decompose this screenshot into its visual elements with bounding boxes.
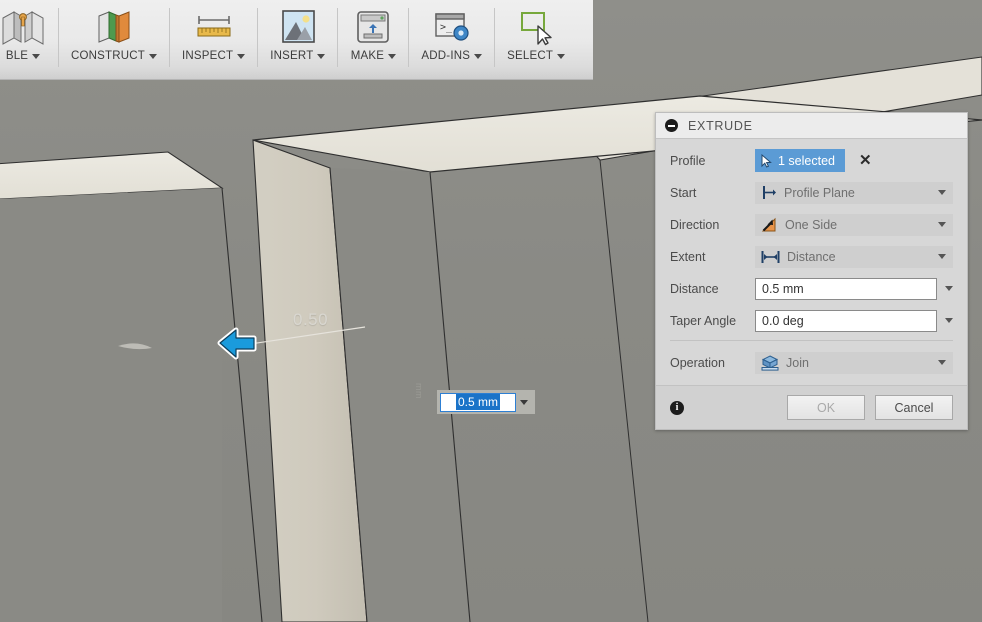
- toolbar-item-select-label: SELECT: [507, 50, 565, 62]
- profile-selection-text: 1 selected: [778, 154, 835, 168]
- chevron-down-icon: [388, 54, 396, 59]
- row-direction: Direction One Side: [670, 212, 953, 237]
- toolbar-item-inspect[interactable]: INSPECT: [170, 0, 257, 79]
- distance-dropdown-icon[interactable]: [945, 286, 953, 291]
- main-toolbar[interactable]: BLE CONSTRUCT: [0, 0, 593, 80]
- addins-script-gear-icon: >_: [429, 6, 475, 48]
- chevron-down-icon[interactable]: [938, 190, 946, 195]
- label-text: BLE: [6, 50, 28, 62]
- inline-distance-value: 0.5 mm: [456, 394, 500, 410]
- start-dropdown[interactable]: Profile Plane: [755, 182, 953, 204]
- 3d-print-icon: [350, 6, 396, 48]
- toolbar-item-assemble-label: BLE: [6, 50, 40, 62]
- extrude-dialog-header[interactable]: EXTRUDE: [656, 113, 967, 139]
- label-text: CONSTRUCT: [71, 50, 145, 62]
- dimension-value-label: 0.50: [293, 310, 328, 330]
- label-text: MAKE: [351, 50, 384, 62]
- toolbar-item-construct[interactable]: CONSTRUCT: [59, 0, 169, 79]
- row-extent: Extent Distance: [670, 244, 953, 269]
- row-distance-label: Distance: [670, 282, 755, 296]
- chevron-down-icon: [32, 54, 40, 59]
- row-operation-label: Operation: [670, 356, 755, 370]
- chevron-down-icon[interactable]: [938, 360, 946, 365]
- extrude-dialog-footer: i OK Cancel: [656, 385, 967, 429]
- extrude-dialog-body: Profile 1 selected ✕ Start: [656, 139, 967, 375]
- toolbar-item-inspect-label: INSPECT: [182, 50, 245, 62]
- chevron-down-icon: [317, 54, 325, 59]
- row-direction-label: Direction: [670, 218, 755, 232]
- ok-button[interactable]: OK: [787, 395, 865, 420]
- left-wall-front-shadow: [0, 188, 222, 622]
- left-wall-right-edge: [222, 188, 262, 622]
- one-side-arrow-icon: [761, 217, 778, 233]
- info-icon[interactable]: i: [670, 401, 684, 415]
- toolbar-item-addins-label: ADD-INS: [421, 50, 482, 62]
- chevron-down-icon[interactable]: [938, 222, 946, 227]
- assemble-icon: [0, 6, 46, 48]
- measure-ruler-icon: [191, 6, 237, 48]
- toolbar-item-make[interactable]: MAKE: [338, 0, 408, 79]
- row-profile: Profile 1 selected ✕: [670, 148, 953, 173]
- operation-dropdown-value: Join: [786, 356, 809, 370]
- toolbar-item-addins[interactable]: >_ ADD-INS: [409, 0, 494, 79]
- toolbar-item-assemble[interactable]: BLE: [0, 0, 58, 79]
- row-start-label: Start: [670, 186, 755, 200]
- extent-dropdown-value: Distance: [787, 250, 836, 264]
- toolbar-item-insert-label: INSERT: [270, 50, 325, 62]
- taper-angle-dropdown-icon[interactable]: [945, 318, 953, 323]
- svg-text:>_: >_: [440, 22, 453, 33]
- row-taper-angle-label: Taper Angle: [670, 314, 755, 328]
- label-text: ADD-INS: [421, 50, 470, 62]
- toolbar-item-make-label: MAKE: [351, 50, 396, 62]
- chevron-down-icon: [474, 54, 482, 59]
- label-text: INSERT: [270, 50, 313, 62]
- row-distance: Distance 0.5 mm: [670, 276, 953, 301]
- join-operation-icon: [761, 355, 779, 371]
- inline-distance-input[interactable]: 0.5 mm: [440, 393, 516, 412]
- close-icon[interactable]: ✕: [859, 153, 872, 168]
- row-operation: Operation Join: [670, 350, 953, 375]
- section-divider: [670, 340, 953, 341]
- row-taper-angle: Taper Angle 0.0 deg: [670, 308, 953, 333]
- label-text: SELECT: [507, 50, 553, 62]
- chevron-down-icon: [557, 54, 565, 59]
- row-start: Start Profile Plane: [670, 180, 953, 205]
- distance-input[interactable]: 0.5 mm: [755, 278, 937, 300]
- inline-distance-dropdown-icon[interactable]: [516, 393, 532, 412]
- chevron-down-icon[interactable]: [938, 254, 946, 259]
- extrude-dialog-title: EXTRUDE: [688, 119, 753, 133]
- start-dropdown-value: Profile Plane: [784, 186, 855, 200]
- collapse-minus-icon[interactable]: [665, 119, 678, 132]
- toolbar-item-construct-label: CONSTRUCT: [71, 50, 157, 62]
- toolbar-item-insert[interactable]: INSERT: [258, 0, 337, 79]
- taper-angle-input[interactable]: 0.0 deg: [755, 310, 937, 332]
- background-wall-edge: [600, 160, 648, 622]
- profile-plane-icon: [761, 185, 777, 200]
- chevron-down-icon: [149, 54, 157, 59]
- canvas-input-side-label: mm: [414, 383, 424, 399]
- profile-selection-chip[interactable]: 1 selected: [755, 149, 845, 172]
- select-cursor-icon: [513, 6, 559, 48]
- direction-dropdown[interactable]: One Side: [755, 214, 953, 236]
- fusion-360-window: 0.50 mm 0.5 mm: [0, 0, 982, 622]
- row-extent-label: Extent: [670, 250, 755, 264]
- label-text: INSPECT: [182, 50, 233, 62]
- taper-angle-input-value: 0.0 deg: [762, 314, 804, 328]
- cancel-button[interactable]: Cancel: [875, 395, 953, 420]
- toolbar-item-select[interactable]: SELECT: [495, 0, 577, 79]
- insert-image-icon: [275, 6, 321, 48]
- cursor-select-icon: [761, 154, 772, 168]
- construct-plane-icon: [91, 6, 137, 48]
- row-profile-label: Profile: [670, 154, 755, 168]
- chevron-down-icon: [237, 54, 245, 59]
- inline-distance-input-group[interactable]: 0.5 mm: [437, 390, 535, 414]
- extrude-dialog[interactable]: EXTRUDE Profile 1 selected ✕ Start: [655, 112, 968, 430]
- distance-arrows-icon: [761, 250, 780, 264]
- distance-input-value: 0.5 mm: [762, 282, 804, 296]
- direction-dropdown-value: One Side: [785, 218, 837, 232]
- extrude-drag-arrow: [220, 330, 254, 357]
- extent-dropdown[interactable]: Distance: [755, 246, 953, 268]
- operation-dropdown[interactable]: Join: [755, 352, 953, 374]
